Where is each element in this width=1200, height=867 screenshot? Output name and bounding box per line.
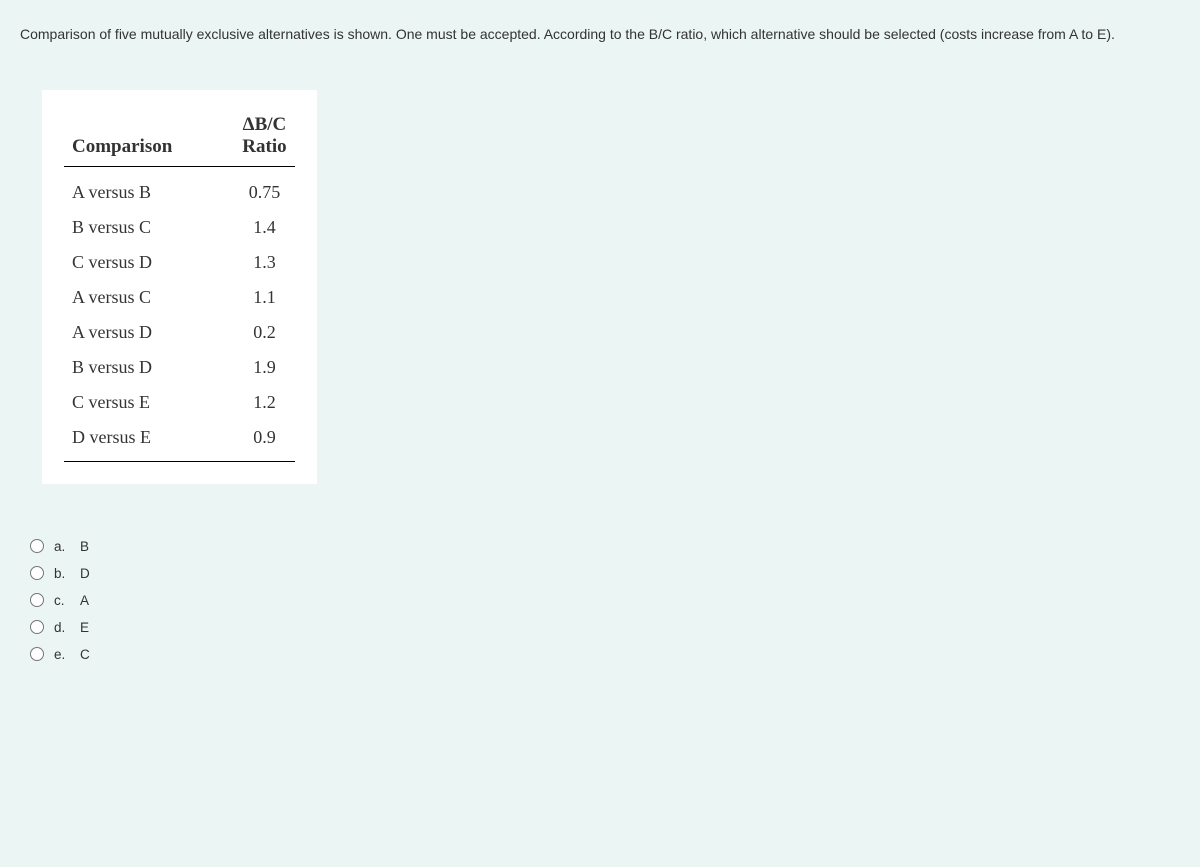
comparison-table: Comparison ΔB/C Ratio A versus B 0.75 B … xyxy=(64,108,295,462)
option-c[interactable]: c. A xyxy=(30,593,1180,608)
option-text: A xyxy=(80,593,89,608)
ratio-cell: 0.2 xyxy=(182,315,294,350)
ratio-cell: 1.9 xyxy=(182,350,294,385)
option-text: C xyxy=(80,647,90,662)
table-row: C versus D 1.3 xyxy=(64,245,295,280)
option-a[interactable]: a. B xyxy=(30,539,1180,554)
comparison-cell: B versus D xyxy=(64,350,182,385)
option-text: E xyxy=(80,620,89,635)
option-e[interactable]: e. C xyxy=(30,647,1180,662)
comparison-cell: A versus C xyxy=(64,280,182,315)
option-letter: d. xyxy=(54,620,72,635)
comparison-table-container: Comparison ΔB/C Ratio A versus B 0.75 B … xyxy=(42,90,317,484)
option-letter: c. xyxy=(54,593,72,608)
table-row: A versus C 1.1 xyxy=(64,280,295,315)
radio-option-e[interactable] xyxy=(30,647,44,661)
radio-option-a[interactable] xyxy=(30,539,44,553)
option-d[interactable]: d. E xyxy=(30,620,1180,635)
comparison-cell: B versus C xyxy=(64,210,182,245)
option-letter: a. xyxy=(54,539,72,554)
comparison-cell: A versus D xyxy=(64,315,182,350)
table-row: B versus D 1.9 xyxy=(64,350,295,385)
comparison-cell: A versus B xyxy=(64,166,182,210)
table-row: A versus D 0.2 xyxy=(64,315,295,350)
radio-option-d[interactable] xyxy=(30,620,44,634)
comparison-cell: C versus E xyxy=(64,385,182,420)
table-header-comparison: Comparison xyxy=(64,108,182,167)
ratio-cell: 1.2 xyxy=(182,385,294,420)
comparison-cell: D versus E xyxy=(64,420,182,462)
option-letter: e. xyxy=(54,647,72,662)
table-header-ratio: ΔB/C Ratio xyxy=(182,108,294,167)
table-row: D versus E 0.9 xyxy=(64,420,295,462)
ratio-cell: 1.4 xyxy=(182,210,294,245)
option-text: D xyxy=(80,566,90,581)
option-letter: b. xyxy=(54,566,72,581)
question-text: Comparison of five mutually exclusive al… xyxy=(20,25,1180,45)
radio-option-c[interactable] xyxy=(30,593,44,607)
table-row: A versus B 0.75 xyxy=(64,166,295,210)
table-row: C versus E 1.2 xyxy=(64,385,295,420)
radio-option-b[interactable] xyxy=(30,566,44,580)
option-text: B xyxy=(80,539,89,554)
options-list: a. B b. D c. A d. E e. C xyxy=(30,539,1180,662)
comparison-cell: C versus D xyxy=(64,245,182,280)
ratio-cell: 0.75 xyxy=(182,166,294,210)
ratio-cell: 1.1 xyxy=(182,280,294,315)
ratio-cell: 1.3 xyxy=(182,245,294,280)
ratio-cell: 0.9 xyxy=(182,420,294,462)
table-row: B versus C 1.4 xyxy=(64,210,295,245)
option-b[interactable]: b. D xyxy=(30,566,1180,581)
